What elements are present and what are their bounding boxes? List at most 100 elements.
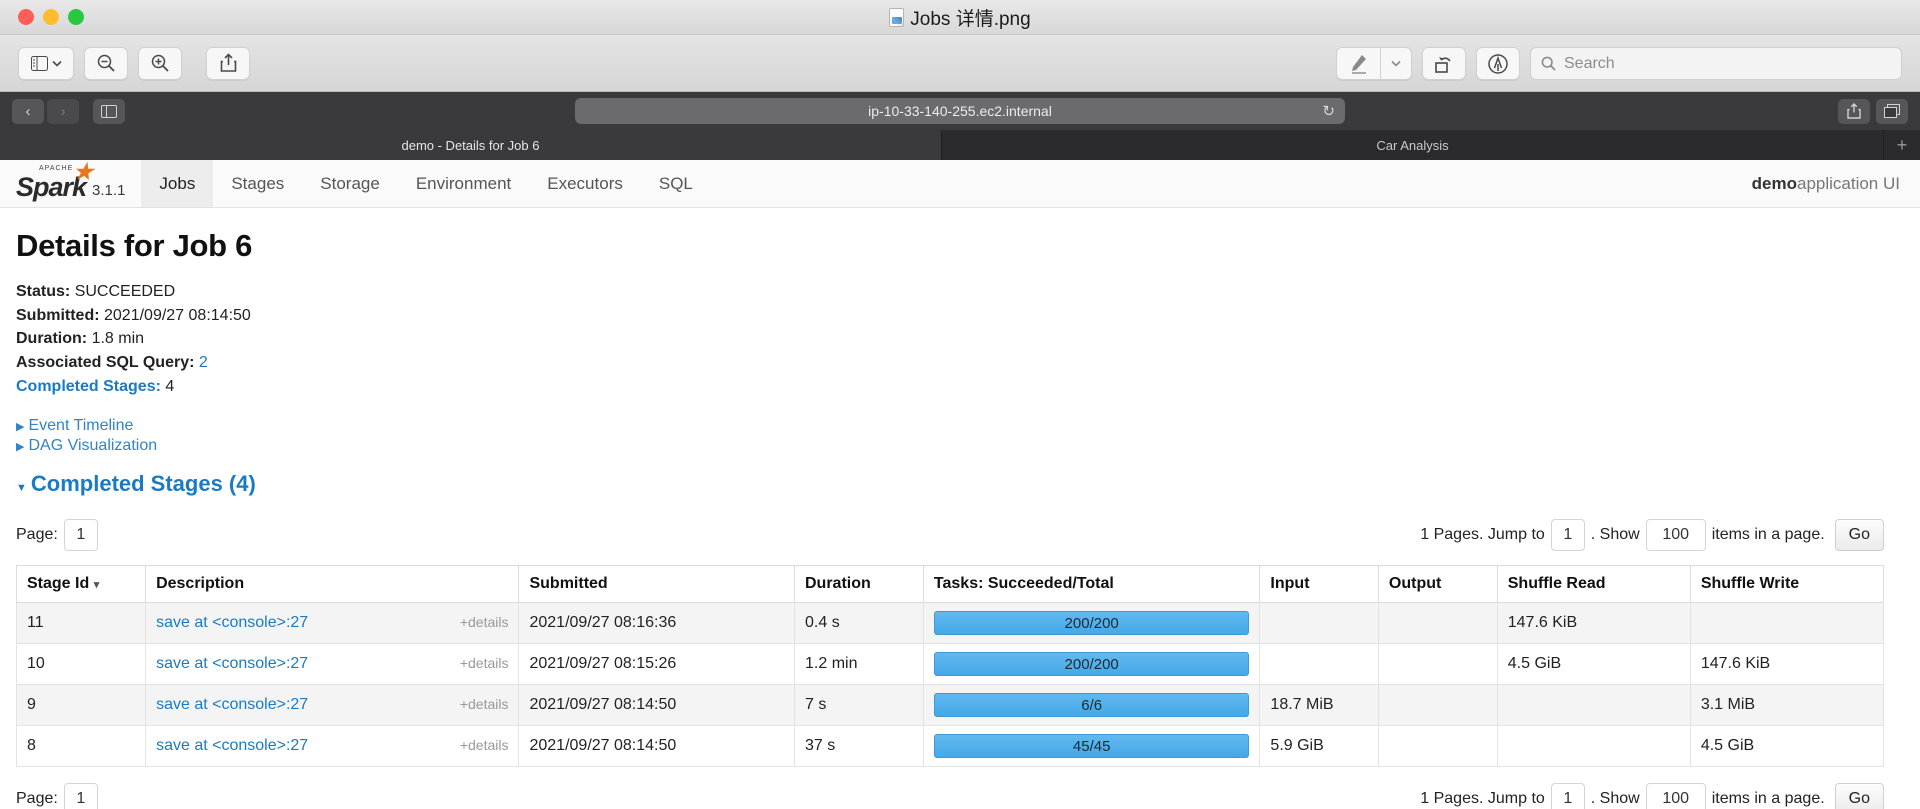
back-chevron-icon: ‹ (26, 103, 31, 120)
event-timeline-label[interactable]: Event Timeline (28, 417, 133, 434)
forward-button[interactable]: › (47, 99, 79, 124)
address-bar[interactable]: ip-10-33-140-255.ec2.internal ↻ (575, 98, 1345, 124)
stage-description-link[interactable]: save at <console>:27 (156, 655, 308, 672)
dag-visualization-toggle[interactable]: ▶ DAG Visualization (16, 437, 1904, 455)
safari-toolbar: ‹ › ip-10-33-140-255.ec2.internal ↻ (0, 92, 1920, 130)
address-bar-text: ip-10-33-140-255.ec2.internal (868, 103, 1052, 119)
nav-item-jobs[interactable]: Jobs (141, 160, 213, 207)
stage-description-link[interactable]: save at <console>:27 (156, 737, 308, 754)
page-input-bottom[interactable] (64, 783, 98, 809)
details-toggle[interactable]: +details (460, 696, 509, 712)
meta-status: Status: SUCCEEDED (16, 280, 1904, 304)
page-input-top[interactable] (64, 519, 98, 551)
safari-tab-overview-button[interactable] (1876, 99, 1908, 124)
items-text-bottom: items in a page. (1712, 790, 1825, 808)
meta-submitted-label: Submitted: (16, 307, 100, 324)
details-toggle[interactable]: +details (460, 737, 509, 753)
browser-tab-1[interactable]: Car Analysis (942, 130, 1884, 160)
markup-dropdown-button[interactable] (1380, 47, 1412, 80)
zoom-in-button[interactable] (138, 47, 182, 80)
tasks-progress-bar: 200/200 (934, 652, 1250, 676)
event-timeline-toggle[interactable]: ▶Event Timeline (16, 417, 1904, 435)
table-head: Stage Id ▾ Description Submitted Duratio… (17, 566, 1884, 603)
completed-stages-section-header[interactable]: ▼Completed Stages (4) (16, 471, 1904, 497)
table-row: 8 +details save at <console>:27 2021/09/… (17, 726, 1884, 767)
cell-stage-id: 10 (17, 644, 146, 685)
th-submitted[interactable]: Submitted (519, 566, 795, 603)
dag-visualization-label[interactable]: DAG Visualization (28, 437, 157, 454)
share-icon (220, 53, 237, 73)
cell-duration: 0.4 s (795, 603, 924, 644)
cell-input: 5.9 GiB (1260, 726, 1379, 767)
sort-indicator-icon: ▾ (94, 579, 100, 591)
jump-to-input-top[interactable] (1551, 519, 1585, 551)
maximize-window-button[interactable] (68, 9, 84, 25)
nav-item-stages[interactable]: Stages (213, 160, 302, 207)
stage-description-link[interactable]: save at <console>:27 (156, 696, 308, 713)
th-output[interactable]: Output (1378, 566, 1497, 603)
nav-item-executors[interactable]: Executors (529, 160, 641, 207)
sql-query-link[interactable]: 2 (199, 354, 208, 371)
details-toggle[interactable]: +details (460, 655, 509, 671)
screenshot-image: ‹ › ip-10-33-140-255.ec2.internal ↻ (0, 92, 1920, 809)
items-per-page-input-top[interactable] (1646, 519, 1706, 551)
cell-stage-id: 11 (17, 603, 146, 644)
annotate-button[interactable] (1476, 47, 1520, 80)
th-stage-id[interactable]: Stage Id ▾ (17, 566, 146, 603)
image-file-icon (889, 8, 904, 27)
search-field[interactable]: Search (1530, 47, 1902, 80)
rotate-button[interactable] (1422, 47, 1466, 80)
zoom-out-button[interactable] (84, 47, 128, 80)
cell-shuffle-read: 147.6 KiB (1497, 603, 1690, 644)
window-title: Jobs 详情.png (0, 0, 1920, 35)
annotate-icon (1487, 53, 1509, 75)
th-shuffle-write[interactable]: Shuffle Write (1690, 566, 1883, 603)
stage-description-link[interactable]: save at <console>:27 (156, 614, 308, 631)
nav-item-sql[interactable]: SQL (641, 160, 711, 207)
th-shuffle-read[interactable]: Shuffle Read (1497, 566, 1690, 603)
minimize-window-button[interactable] (43, 9, 59, 25)
pen-icon (1350, 54, 1368, 74)
app-name: demo (1752, 174, 1797, 194)
th-description[interactable]: Description (146, 566, 519, 603)
spark-logo[interactable]: APACHE Spark ★ 3.1.1 (0, 160, 141, 207)
th-tasks[interactable]: Tasks: Succeeded/Total (923, 566, 1260, 603)
jump-to-input-bottom[interactable] (1551, 783, 1585, 809)
th-duration[interactable]: Duration (795, 566, 924, 603)
cell-duration: 1.2 min (795, 644, 924, 685)
nav-item-storage[interactable]: Storage (302, 160, 398, 207)
search-placeholder: Search (1564, 55, 1615, 73)
safari-sidebar-button[interactable] (93, 99, 125, 124)
cell-description: +details save at <console>:27 (146, 726, 519, 767)
markup-button[interactable] (1336, 47, 1380, 80)
tabs-icon (1884, 104, 1900, 118)
share-button[interactable] (206, 47, 250, 80)
th-input[interactable]: Input (1260, 566, 1379, 603)
sidebar-toggle-button[interactable] (18, 47, 74, 80)
cell-stage-id: 8 (17, 726, 146, 767)
meta-sql-label: Associated SQL Query: (16, 354, 194, 371)
nav-item-environment[interactable]: Environment (398, 160, 529, 207)
go-button-top[interactable]: Go (1835, 519, 1884, 551)
reload-icon[interactable]: ↻ (1322, 102, 1335, 120)
new-tab-button[interactable]: + (1884, 130, 1920, 160)
chevron-down-icon (1391, 60, 1401, 67)
back-button[interactable]: ‹ (12, 99, 44, 124)
triangle-right-icon: ▶ (16, 440, 24, 453)
nav-label: Jobs (159, 174, 195, 194)
cell-input (1260, 644, 1379, 685)
spark-star-icon: ★ (73, 161, 92, 183)
table-row: 9 +details save at <console>:27 2021/09/… (17, 685, 1884, 726)
completed-stages-link[interactable]: Completed Stages: (16, 378, 161, 395)
items-per-page-input-bottom[interactable] (1646, 783, 1706, 809)
plus-icon: + (1897, 135, 1908, 156)
safari-share-button[interactable] (1838, 99, 1870, 124)
go-button-bottom[interactable]: Go (1835, 783, 1884, 809)
close-window-button[interactable] (18, 9, 34, 25)
nav-label: Executors (547, 174, 623, 194)
browser-tab-label: Car Analysis (1376, 138, 1448, 153)
browser-tab-0[interactable]: demo - Details for Job 6 (0, 130, 942, 160)
chevron-down-icon (52, 60, 62, 67)
details-toggle[interactable]: +details (460, 614, 509, 630)
cell-input: 18.7 MiB (1260, 685, 1379, 726)
